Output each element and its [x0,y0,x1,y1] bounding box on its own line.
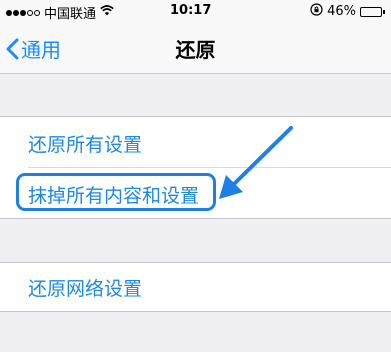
signal-strength-icon [6,9,40,16]
battery-icon [360,6,385,17]
carrier-label: 中国联通 [44,7,97,22]
page-title: 还原 [175,38,216,62]
status-right: 46% [310,3,385,20]
orientation-lock-icon [310,3,323,20]
erase-all-content-settings-item[interactable]: 抹掉所有内容和设置 [28,181,199,208]
status-left: 中国联通 [6,3,114,22]
status-bar: 中国联通 10:17 46% [0,0,391,22]
reset-all-settings-item[interactable]: 还原所有设置 [28,130,142,157]
reset-network-settings-item[interactable]: 还原网络设置 [28,274,142,301]
row-divider [28,167,391,168]
battery-percent: 46% [327,4,356,19]
status-time: 10:17 [170,3,212,18]
wifi-icon [100,5,114,20]
navigation-bar: 通用 还原 [0,22,391,74]
